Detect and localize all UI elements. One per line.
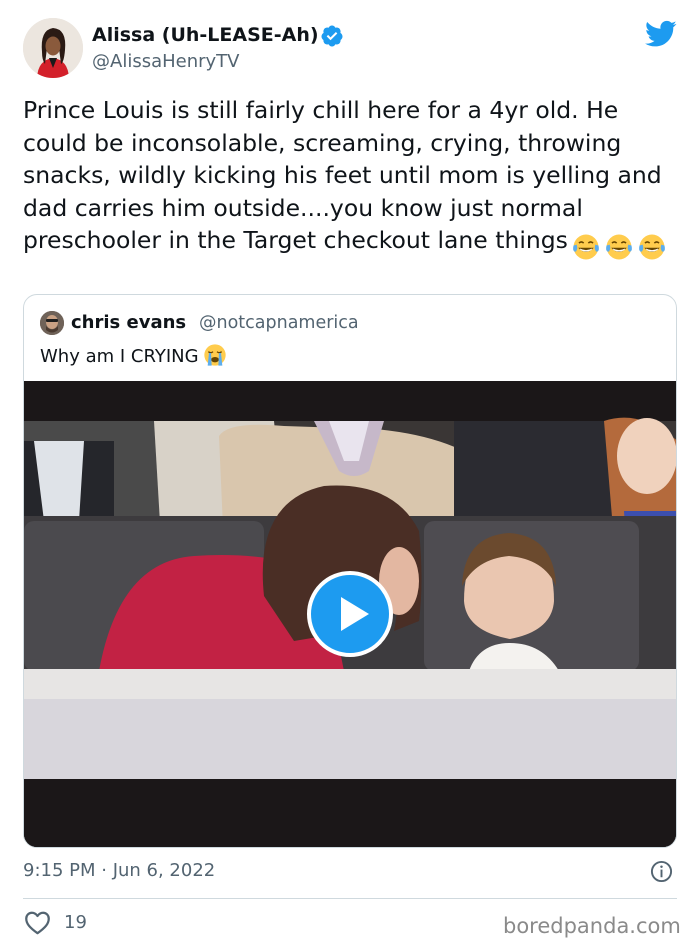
- verified-badge-icon: [321, 25, 343, 47]
- quote-text-body: Why am I CRYING: [40, 346, 199, 367]
- quote-author-avatar[interactable]: [40, 311, 64, 335]
- twitter-bird-icon[interactable]: [645, 20, 677, 48]
- watermark: boredpanda.com: [503, 914, 681, 938]
- quote-author-handle[interactable]: @notcapnamerica: [199, 313, 359, 333]
- video-player[interactable]: [24, 381, 676, 847]
- face-with-tears-of-joy-icon: [606, 234, 632, 259]
- tweet-text-body: Prince Louis is still fairly chill here …: [23, 96, 662, 254]
- heart-icon[interactable]: [24, 910, 51, 935]
- quote-text: Why am I CRYING: [40, 343, 227, 367]
- quote-author-name[interactable]: chris evans: [71, 312, 186, 333]
- play-icon: [341, 597, 369, 631]
- face-with-tears-of-joy-icon: [573, 234, 599, 259]
- play-button[interactable]: [307, 571, 393, 657]
- like-count: 19: [64, 912, 87, 933]
- tweet-card: Alissa (Uh-LEASE-Ah) @AlissaHenryTV Prin…: [0, 0, 700, 950]
- author-avatar[interactable]: [23, 18, 83, 78]
- info-icon[interactable]: [650, 860, 673, 883]
- tweet-emojis: [572, 229, 671, 262]
- author-name[interactable]: Alissa (Uh-LEASE-Ah): [92, 24, 319, 46]
- loudly-crying-face-icon: [203, 344, 226, 366]
- footer-divider: [23, 898, 677, 899]
- tweet-text: Prince Louis is still fairly chill here …: [23, 94, 683, 262]
- author-handle[interactable]: @AlissaHenryTV: [92, 51, 239, 72]
- tweet-timestamp[interactable]: 9:15 PM · Jun 6, 2022: [23, 860, 215, 881]
- quoted-tweet[interactable]: chris evans @notcapnamerica Why am I CRY…: [23, 294, 677, 848]
- face-with-tears-of-joy-icon: [639, 234, 665, 259]
